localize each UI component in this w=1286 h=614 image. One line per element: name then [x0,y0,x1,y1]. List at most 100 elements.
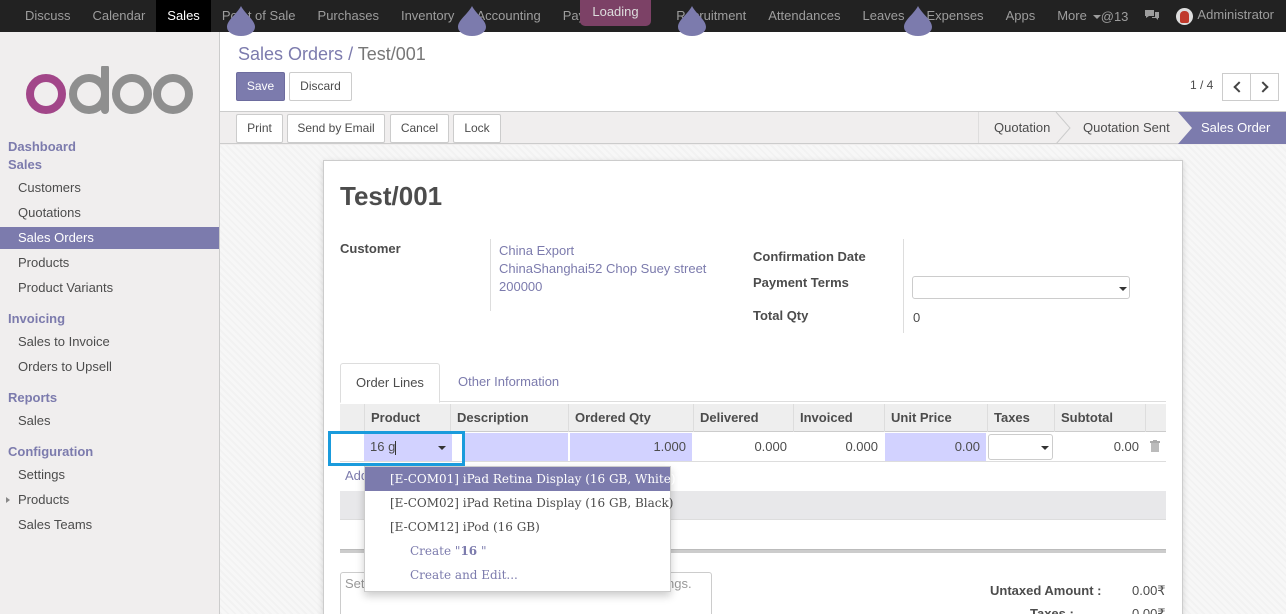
breadcrumb: Sales Orders / Test/001 [238,44,426,65]
confirmation-date-label: Confirmation Date [753,249,866,264]
customer-name[interactable]: China Export [499,243,574,258]
trash-icon[interactable] [1150,440,1160,452]
total-qty-value: 0 [913,310,921,325]
invoiced-value: 0.000 [845,439,878,454]
payment-terms-select[interactable] [912,276,1130,299]
col-product[interactable]: Product [364,404,450,432]
menu-more-label: More [1057,8,1087,23]
order-title: Test/001 [340,181,443,211]
sidebar-item-orders-to-upsell[interactable]: Orders to Upsell [0,356,219,378]
user-name: Administrator [1197,7,1274,23]
breadcrumb-parent[interactable]: Sales Orders [238,44,343,64]
description-input[interactable] [465,433,568,461]
mentions-counter[interactable]: @13 [1101,9,1129,24]
autocomplete-option[interactable]: [E-COM12] iPod (16 GB) [365,515,670,539]
taxes-total-value: 0.00₹ [1132,606,1166,614]
expand-triangle-icon [6,497,10,503]
autocomplete-create[interactable]: Create "16 " [365,539,670,563]
create-term: 16 [460,544,478,558]
focus-highlight [328,431,465,466]
sidebar-item-sales-teams[interactable]: Sales Teams [0,514,219,536]
breadcrumb-current: Test/001 [357,44,426,64]
customer-zip[interactable]: 200000 [499,279,542,294]
sidebar-section-dashboard[interactable]: Dashboard [8,139,76,154]
control-panel: Sales Orders / Test/001 Save Discard 1 /… [220,32,1286,112]
pager-value[interactable]: 1 / 4 [1190,78,1213,92]
col-ordered-qty[interactable]: Ordered Qty [568,404,693,432]
loading-drop-icon [904,6,932,36]
user-menu[interactable]: Administrator [1176,7,1274,25]
create-suffix: " [477,544,487,558]
menu-point-of-sale[interactable]: Point of Sale [211,0,307,32]
sidebar-item-product-variants[interactable]: Product Variants [0,277,219,299]
col-subtotal[interactable]: Subtotal [1054,404,1145,432]
sidebar-item-sales-to-invoice[interactable]: Sales to Invoice [0,331,219,353]
unit-price-input[interactable]: 0.00 [885,433,986,461]
col-description[interactable]: Description [450,404,568,432]
menu-calendar[interactable]: Calendar [82,0,157,32]
loading-indicator: Loading [580,0,651,26]
systray: @13 Administrator [1101,0,1274,32]
menu-discuss[interactable]: Discuss [14,0,82,32]
field-divider [490,239,491,311]
menu-inventory[interactable]: Inventory [390,0,465,32]
autocomplete-option[interactable]: [E-COM01] iPad Retina Display (16 GB, Wh… [365,467,676,491]
discard-button[interactable]: Discard [289,72,352,101]
autocomplete-option[interactable]: [E-COM02] iPad Retina Display (16 GB, Bl… [365,491,673,515]
col-unit-price[interactable]: Unit Price [884,404,987,432]
lock-button[interactable]: Lock [453,114,501,143]
sidebar-item-reports-sales[interactable]: Sales [0,410,219,432]
sidebar-section-reports: Reports [8,390,58,405]
cancel-button[interactable]: Cancel [390,114,449,143]
odoo-logo[interactable] [26,66,194,114]
send-by-email-button[interactable]: Send by Email [287,114,385,143]
subtotal-value: 0.00 [1113,439,1139,454]
pager-next-button[interactable] [1250,73,1279,101]
chevron-right-icon [1257,81,1269,93]
col-delivered[interactable]: Delivered [693,404,793,432]
note-placeholder-start: Set [345,576,365,591]
col-taxes[interactable]: Taxes [987,404,1054,432]
tab-other-information[interactable]: Other Information [443,363,574,403]
field-divider [903,239,904,333]
menu-apps[interactable]: Apps [995,0,1047,32]
menu-purchases[interactable]: Purchases [307,0,390,32]
loading-drop-icon [458,6,486,36]
sidebar-section-configuration: Configuration [8,444,94,459]
autocomplete-create-and-edit[interactable]: Create and Edit... [365,563,670,587]
taxes-total-label: Taxes : [1030,606,1074,614]
avatar [1176,7,1194,25]
status-bar: Print Send by Email Cancel Lock Quotatio… [220,112,1286,144]
caret-down-icon [1092,14,1101,19]
loading-drop-icon [678,6,706,36]
sidebar-item-config-products[interactable]: Products [0,489,219,511]
sidebar-item-quotations[interactable]: Quotations [0,202,219,224]
chat-icon[interactable] [1144,8,1160,25]
delivered-value: 0.000 [754,439,787,454]
sidebar: Dashboard Sales Customers Quotations Sal… [0,32,220,614]
col-invoiced[interactable]: Invoiced [793,404,884,432]
order-lines-header: Product Description Ordered Qty Delivere… [340,404,1166,432]
ordered-qty-input[interactable]: 1.000 [570,433,692,461]
stage-sales-order[interactable]: Sales Order [1201,112,1270,144]
print-button[interactable]: Print [236,114,283,143]
stage-quotation-sent[interactable]: Quotation Sent [1083,112,1170,144]
sidebar-item-sales-orders[interactable]: Sales Orders [0,227,219,249]
create-prefix: Create " [410,544,461,558]
sidebar-item-customers[interactable]: Customers [0,177,219,199]
loading-drop-icon [227,6,255,36]
sidebar-item-products[interactable]: Products [0,252,219,274]
customer-label: Customer [340,241,401,256]
caret-down-icon [1041,446,1049,450]
save-button[interactable]: Save [236,72,285,101]
tab-order-lines[interactable]: Order Lines [340,363,440,403]
pager-previous-button[interactable] [1222,73,1251,101]
taxes-select[interactable] [988,434,1053,460]
chevron-left-icon [1233,81,1245,93]
menu-sales[interactable]: Sales [156,0,211,32]
sidebar-section-invoicing: Invoicing [8,311,66,326]
menu-attendances[interactable]: Attendances [757,0,851,32]
stage-quotation[interactable]: Quotation [994,112,1050,144]
sidebar-item-settings[interactable]: Settings [0,464,219,486]
customer-street[interactable]: ChinaShanghai52 Chop Suey street [499,261,706,276]
